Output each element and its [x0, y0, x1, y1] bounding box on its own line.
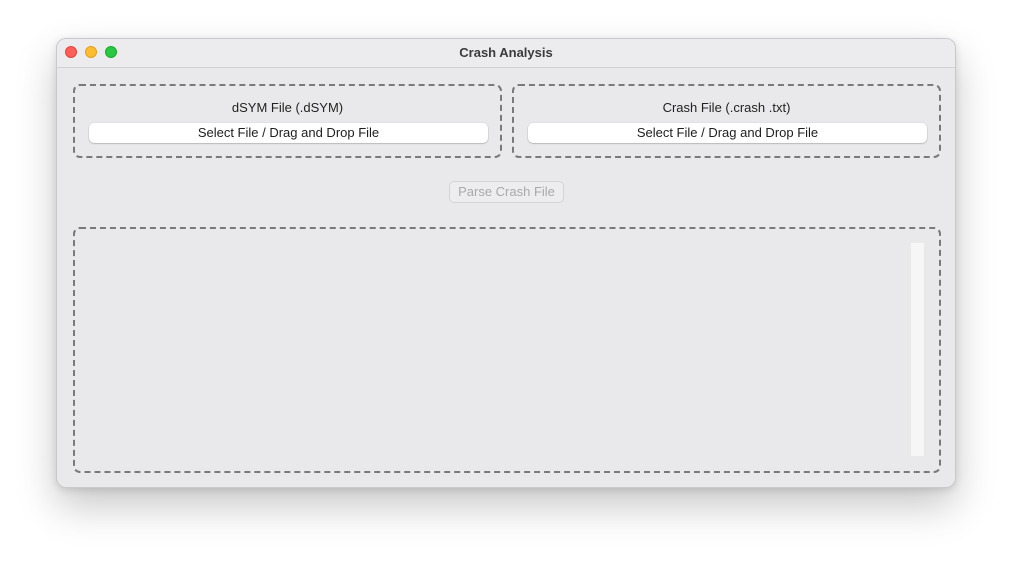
crash-file-drop-zone[interactable]: Crash File (.crash .txt) Select File / D… — [512, 84, 941, 158]
select-dsym-file-button[interactable]: Select File / Drag and Drop File — [89, 123, 488, 143]
output-text-area[interactable] — [73, 227, 941, 473]
select-crash-file-button[interactable]: Select File / Drag and Drop File — [528, 123, 927, 143]
title-bar[interactable]: Crash Analysis — [57, 39, 955, 68]
crash-analysis-window: Crash Analysis dSYM File (.dSYM) Select … — [56, 38, 956, 488]
parse-crash-file-button[interactable]: Parse Crash File — [449, 181, 564, 203]
dsym-file-label: dSYM File (.dSYM) — [231, 100, 344, 115]
window-title: Crash Analysis — [459, 45, 553, 60]
output-scrollbar[interactable] — [911, 243, 924, 456]
dsym-drop-zone[interactable]: dSYM File (.dSYM) Select File / Drag and… — [73, 84, 502, 158]
crash-file-label: Crash File (.crash .txt) — [662, 100, 791, 115]
